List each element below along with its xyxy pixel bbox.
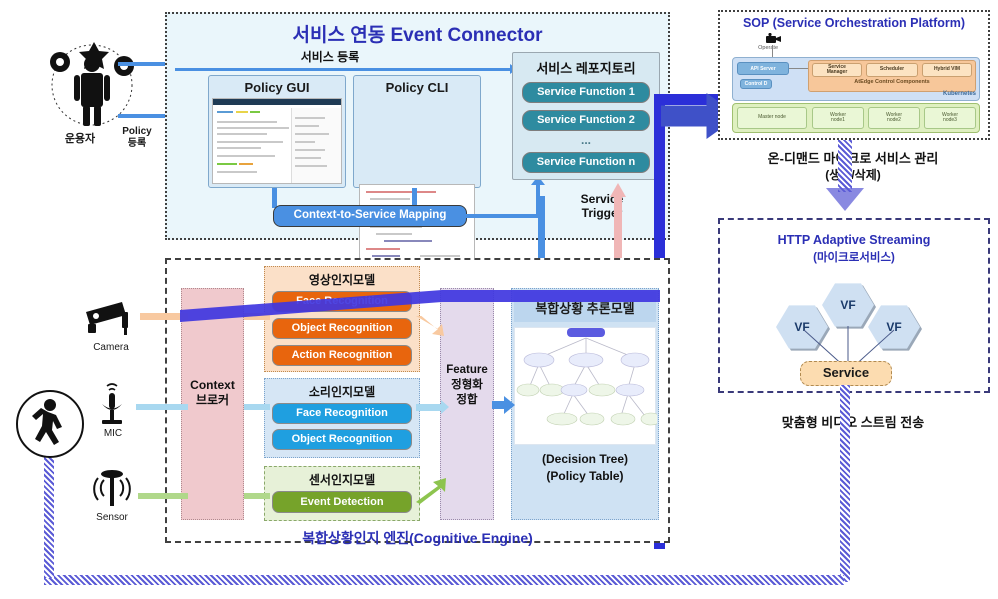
operator-label: 운용자 (64, 133, 96, 145)
service-function-ellipsis: ... (580, 133, 591, 147)
service-register-arrow (175, 68, 513, 71)
feature-to-inference-arrow (492, 396, 516, 414)
mic-to-broker-arrow (136, 404, 188, 410)
sound-model-title: 소리인지모델 (308, 385, 376, 399)
context-broker-label: Context 브로커 (190, 378, 235, 407)
video-action-recognition[interactable]: Action Recognition (272, 345, 412, 366)
sound-to-feature-arrow (416, 404, 444, 411)
sound-object-recognition[interactable]: Object Recognition (272, 429, 412, 450)
inference-caption-line1: (Decision Tree) (541, 452, 629, 466)
sop-worker-node3[interactable]: Worker node3 (924, 107, 976, 129)
recognition-to-inference-flow (180, 280, 660, 330)
broker-to-sensor-arrow (244, 493, 270, 499)
camera-label: Camera (93, 342, 129, 353)
ondemand-dotted-arrow-shaft (838, 140, 852, 192)
service-trigger-arrow-head (610, 183, 626, 197)
has-service-box[interactable]: Service (800, 361, 892, 386)
has-title-line1: HTTP Adaptive Streaming (777, 233, 931, 247)
policy-gui-screenshot (212, 98, 342, 184)
sensor-model-title: 센서인지모델 (308, 473, 376, 487)
inference-caption-line2: (Policy Table) (546, 469, 624, 483)
mapping-to-repo-connector (466, 214, 540, 218)
has-vf-top: VF (822, 282, 876, 329)
sop-api-link (789, 68, 809, 69)
service-repository-title: 서비스 레포지토리 (536, 61, 636, 76)
sop-kubernetes-label: Kubernetes (942, 91, 976, 97)
sound-face-recognition[interactable]: Face Recognition (272, 403, 412, 424)
sop-component-scheduler[interactable]: Scheduler (866, 63, 918, 77)
walking-person-icon (14, 388, 86, 460)
context-to-service-mapping-button[interactable]: Context-to-Service Mapping (273, 205, 467, 227)
sop-api-server[interactable]: API Server (737, 62, 789, 75)
sop-title: SOP (Service Orchestration Platform) (742, 16, 966, 30)
ondemand-label-line2: (생성/삭제) (825, 168, 881, 182)
sensor-to-broker-arrow (138, 493, 188, 499)
sensor-icon (88, 468, 136, 514)
cognitive-engine-title: 복합상황인지 엔진(Cognitive Engine) (302, 530, 533, 546)
policy-gui-title: Policy GUI (244, 80, 310, 95)
has-title-line2: (마이크로서비스) (813, 252, 895, 264)
sensor-to-feature-arrow (414, 478, 448, 504)
service-stream-dotted-down (840, 385, 850, 582)
camera-icon (82, 298, 140, 342)
sop-control-d[interactable]: Control D (740, 79, 772, 89)
sound-to-feature-head (441, 400, 449, 414)
sop-master-node[interactable]: Master node (737, 107, 807, 129)
policy-cli-title: Policy CLI (385, 80, 449, 95)
mic-icon (94, 382, 130, 430)
ondemand-dotted-arrow-head (826, 188, 864, 212)
ondemand-label-line1: 온-디맨드 마이크로 서비스 관리 (767, 151, 939, 166)
sop-worker-node1[interactable]: Worker node1 (812, 107, 864, 129)
decision-tree-icon (514, 327, 657, 445)
service-function-n[interactable]: Service Function n (522, 152, 650, 173)
stream-label: 맞춤형 비디오 스트림 전송 (781, 415, 925, 430)
sop-component-hybrid-vim[interactable]: Hybrid VIM (922, 63, 972, 77)
service-function-1[interactable]: Service Function 1 (522, 82, 650, 103)
event-connector-title: 서비스 연동 Event Connector (292, 25, 543, 46)
mic-label: MIC (103, 428, 123, 439)
policy-register-label: Policy 등록 (122, 126, 152, 149)
service-function-2[interactable]: Service Function 2 (522, 110, 650, 131)
broker-to-sound-arrow (244, 404, 270, 410)
sop-operator-icon (765, 33, 783, 45)
sop-components-caption: AtEdge Control Components (854, 79, 930, 85)
service-stream-dotted-bottom (44, 575, 844, 585)
sensor-event-detection[interactable]: Event Detection (272, 491, 412, 513)
sensor-label: Sensor (96, 512, 128, 523)
service-stream-dotted-left (44, 450, 54, 578)
service-register-label: 서비스 등록 (300, 50, 360, 64)
sop-component-service-manager[interactable]: Service Manager (812, 63, 862, 77)
sop-worker-node2[interactable]: Worker node2 (868, 107, 920, 129)
service-trigger-label: Service Trigger (580, 192, 624, 221)
